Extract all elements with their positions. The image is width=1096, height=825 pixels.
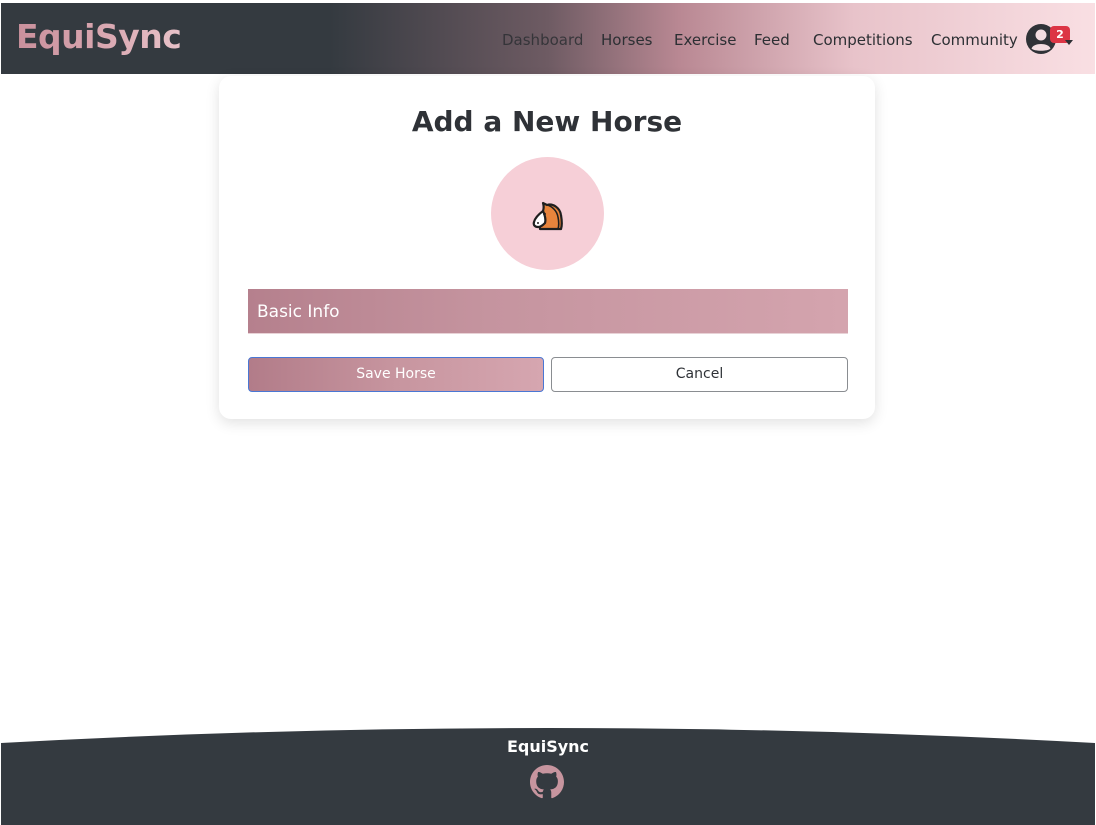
footer-brand: EquiSync: [506, 737, 590, 756]
nav-link-feed[interactable]: Feed: [754, 30, 790, 50]
github-icon[interactable]: [530, 765, 564, 799]
top-navbar: EquiSync Dashboard Horses Exercise Feed …: [1, 3, 1095, 74]
section-label: Basic Info: [257, 302, 340, 322]
footer: EquiSync: [1, 728, 1095, 825]
user-menu-dropdown[interactable]: 2: [1025, 23, 1073, 59]
nav-link-horses[interactable]: Horses: [601, 30, 652, 50]
nav-link-community[interactable]: Community: [931, 30, 1018, 50]
horse-avatar[interactable]: [491, 157, 604, 270]
basic-info-section-header[interactable]: Basic Info: [248, 289, 848, 334]
chevron-down-icon: [1065, 40, 1073, 45]
save-horse-button[interactable]: Save Horse: [248, 357, 544, 392]
page-title: Add a New Horse: [411, 105, 683, 138]
nav-links: Dashboard Horses Exercise Feed Competiti…: [1, 3, 1095, 74]
add-horse-card: Add a New Horse Basic Info Save Horse Ca…: [219, 76, 875, 419]
cancel-button[interactable]: Cancel: [551, 357, 848, 392]
horse-icon: [532, 201, 563, 231]
nav-link-exercise[interactable]: Exercise: [674, 30, 736, 50]
nav-link-dashboard[interactable]: Dashboard: [502, 30, 583, 50]
nav-link-competitions[interactable]: Competitions: [813, 30, 913, 50]
